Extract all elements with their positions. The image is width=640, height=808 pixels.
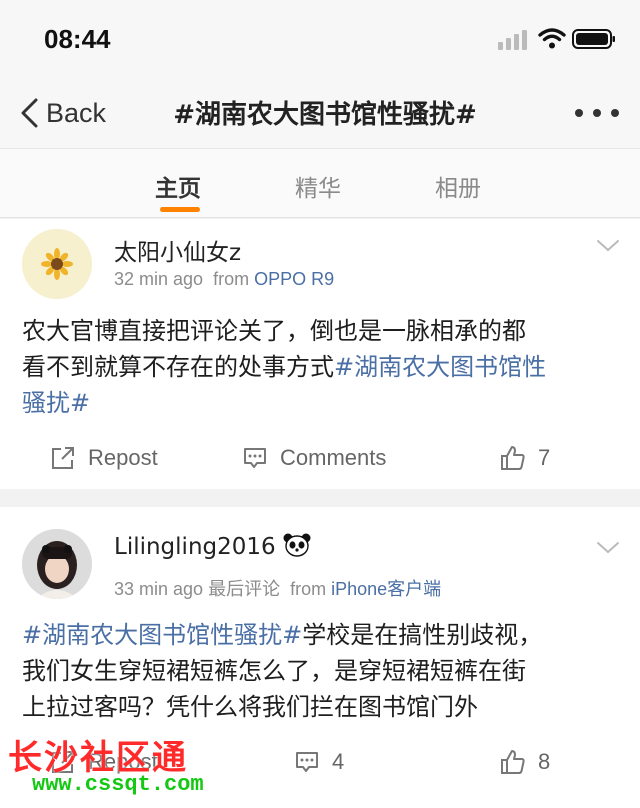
chevron-left-icon [21,98,38,128]
sunflower-icon [22,229,92,299]
active-tab-indicator [160,207,200,212]
navigation-bar: Back #湖南农大图书馆性骚扰# [0,78,640,148]
post-text-line: 骚扰# [22,385,622,421]
like-count: 7 [538,445,551,470]
repost-button[interactable]: Repost [50,749,158,775]
post-text-segment: 看不到就算不存在的处事方式 [22,353,334,381]
chevron-down-icon[interactable] [596,239,620,253]
wifi-icon [538,28,566,49]
panda-icon [283,533,311,557]
post-time: 33 min ago [114,579,204,599]
comments-button[interactable]: 4 [294,749,344,775]
like-count: 8 [538,749,551,774]
user-photo-icon [22,529,92,599]
cellular-signal-icon [498,30,527,50]
tab-bar: 主页 精华 相册 [0,148,640,218]
post-source[interactable]: OPPO R9 [254,269,334,289]
repost-button[interactable]: Repost [50,445,158,471]
post-card: 太阳小仙女z 32 min ago from OPPO R9 农大官博直接把评论… [0,219,640,489]
thumbs-up-icon [501,446,525,470]
tab-featured[interactable]: 精华 [295,169,341,203]
post-source[interactable]: iPhone客户端 [331,579,441,599]
post-text-line: 农大官博直接把评论关了，倒也是一脉相承的都 [22,317,526,345]
post-time: 32 min ago [114,269,204,289]
post-text: #湖南农大图书馆性骚扰#学校是在搞性别歧视， 我们女生穿短裙短裤怎么了，是穿短裙… [22,617,622,725]
post-meta: 33 min ago 最后评论 from iPhone客户端 [114,575,441,601]
comments-label: Comments [280,445,387,470]
tab-album[interactable]: 相册 [435,169,481,203]
username-text: Lilingling2016 [114,534,276,560]
back-button[interactable]: Back [18,96,106,130]
thumbs-up-icon [501,750,525,774]
comments-button[interactable]: Comments [242,445,386,471]
avatar[interactable] [22,229,92,299]
status-bar: 08:44 [0,0,640,78]
username[interactable]: Lilingling2016 [114,533,311,560]
post-text-line: #湖南农大图书馆性骚扰#学校是在搞性别歧视， [22,617,622,653]
post-text-line: 看不到就算不存在的处事方式#湖南农大图书馆性 [22,349,622,385]
post-text-segment: 学校是在搞性别歧视， [302,621,543,649]
page-title: #湖南农大图书馆性骚扰# [173,100,477,130]
username[interactable]: 太阳小仙女z [114,233,241,267]
post-text: 农大官博直接把评论关了，倒也是一脉相承的都 看不到就算不存在的处事方式#湖南农大… [22,313,622,421]
battery-icon [572,29,615,49]
hashtag-link[interactable]: #湖南农大图书馆性骚扰# [22,621,302,649]
repost-icon [52,447,74,469]
more-options-icon[interactable] [574,106,620,120]
repost-label: Repost [88,749,158,774]
hashtag-link[interactable]: 骚扰# [22,389,90,417]
like-button[interactable]: 7 [500,445,550,471]
repost-label: Repost [88,445,158,470]
like-button[interactable]: 8 [500,749,550,775]
comment-count: 4 [332,749,345,774]
status-time: 08:44 [44,24,111,54]
post-text-line: 我们女生穿短裙短裤怎么了，是穿短裙短裤在街 [22,657,526,685]
chevron-down-icon[interactable] [596,541,620,555]
comment-icon [244,448,266,468]
repost-icon [52,751,74,773]
post-text-line: 上拉过客吗？凭什么将我们拦在图书馆门外 [22,693,478,721]
from-label: from [213,269,250,289]
avatar[interactable] [22,529,92,599]
from-label: from [290,579,327,599]
comment-icon [296,752,318,772]
back-label: Back [46,97,107,128]
post-card: Lilingling2016 33 min ago 最后评论 from iPho… [0,507,640,808]
post-meta: 32 min ago from OPPO R9 [114,269,334,290]
hashtag-link[interactable]: #湖南农大图书馆性 [334,353,546,381]
tab-home[interactable]: 主页 [155,169,201,203]
last-comment-label: 最后评论 [208,579,281,599]
